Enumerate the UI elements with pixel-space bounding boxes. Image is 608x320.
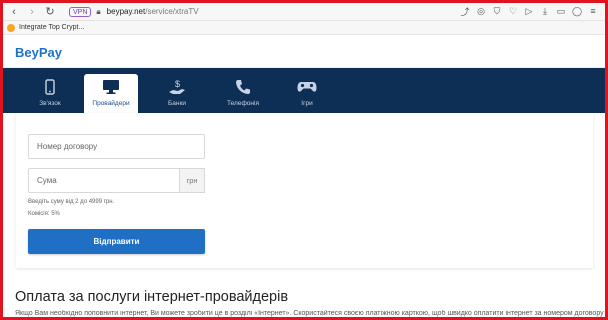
gamepad-icon [297,77,317,97]
monitor-icon [102,77,120,97]
nav-label: Зв'язок [39,100,61,107]
heart-icon[interactable]: ♡ [507,5,519,17]
lock-icon[interactable]: 🔒︎ [96,7,100,17]
handset-icon [235,77,251,97]
url-domain: beypay.net [106,7,146,16]
nav-item-telephony[interactable]: Телефонія [216,74,270,113]
commission-hint: Комісія: 5% [28,211,60,217]
reload-icon[interactable]: ↻ [43,5,57,19]
nav-item-banks[interactable]: $ Банки [150,74,204,113]
money-hand-icon: $ [168,77,186,97]
svg-text:$: $ [175,79,180,89]
amount-range-hint: Введіть суму від 2 до 4999 грн. [28,199,115,205]
download-icon[interactable]: ⤓ [539,5,551,17]
browser-toolbar: ‹ › ↻ VPN 🔒︎ beypay.net/service/xtraTV ⤴… [3,3,605,21]
forward-icon[interactable]: › [25,5,39,19]
play-icon[interactable]: ▷ [523,5,535,17]
share-icon[interactable]: ⤴ [459,5,471,17]
submit-button[interactable]: Відправити [28,229,205,254]
contract-number-input[interactable]: Номер договору [28,134,205,159]
phone-icon [45,77,55,97]
back-icon[interactable]: ‹ [7,5,21,19]
site-logo[interactable]: BeyPay [15,45,62,60]
nav-label: Провайдери [92,100,130,107]
nav-label: Банки [168,100,186,107]
nav-label: Ігри [301,100,313,107]
vpn-badge[interactable]: VPN [69,6,92,17]
menu-icon[interactable]: ≡ [587,5,599,17]
nav-item-games[interactable]: Ігри [280,74,334,113]
profile-icon[interactable]: ◯ [571,5,583,17]
bookmark-item[interactable]: Integrate Top Crypt... [19,24,84,31]
shield-icon[interactable]: ⛉ [491,5,503,17]
bookmark-favicon-icon [7,23,15,32]
nav-item-providers[interactable]: Провайдери [84,74,138,113]
address-bar[interactable]: beypay.net/service/xtraTV [107,7,199,16]
section-title: Оплата за послуги інтернет-провайдерів [15,289,289,305]
amount-input[interactable]: Сума [28,168,180,193]
history-icon[interactable]: ▭ [555,5,567,17]
currency-suffix: грн [180,168,205,193]
camera-icon[interactable]: ◎ [475,5,487,17]
bookmarks-bar: Integrate Top Crypt... [3,21,605,35]
nav-label: Телефонія [227,100,259,107]
category-nav: Зв'язок Провайдери $ Банки Телефонія Ігр… [3,68,605,113]
section-text: Якщо Вам необхідно поповнити інтернет, В… [15,310,605,317]
toolbar-actions: ⤴ ◎ ⛉ ♡ ▷ ⤓ ▭ ◯ ≡ [459,5,599,17]
url-path: /service/xtraTV [145,7,199,16]
site-header: BeyPay [3,35,605,68]
nav-item-connection[interactable]: Зв'язок [23,74,77,113]
